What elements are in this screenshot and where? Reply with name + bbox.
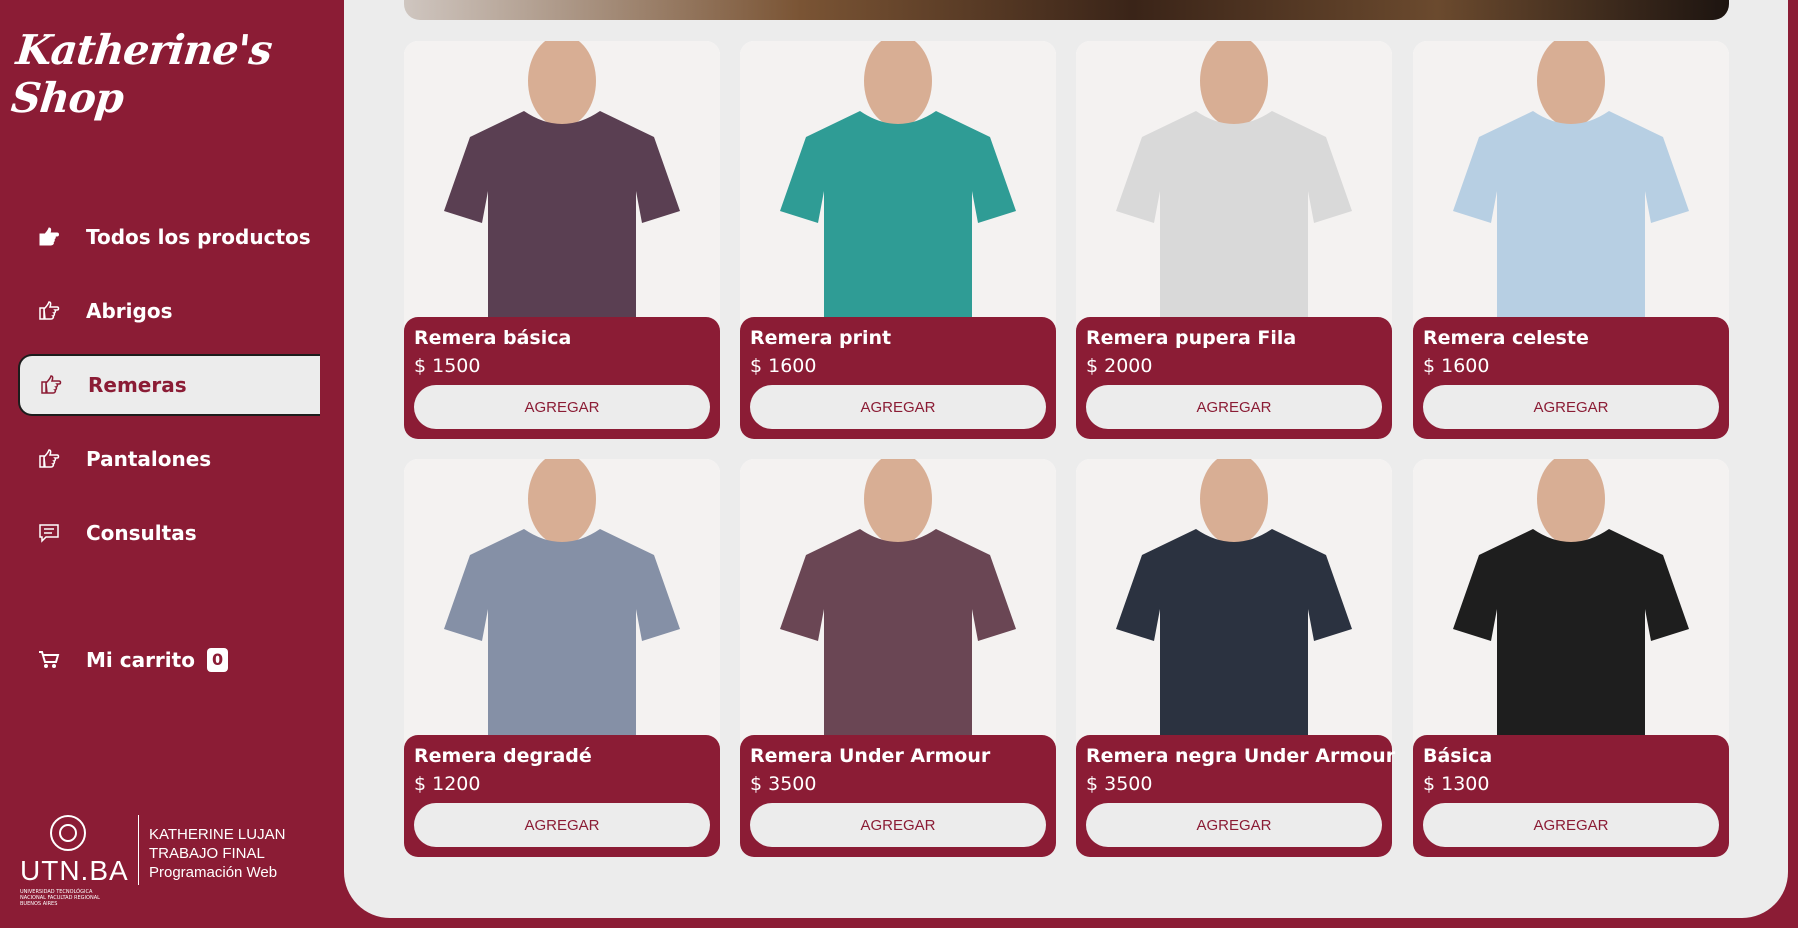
product-image[interactable]	[404, 459, 720, 749]
product-card: Remera negra Under Armour $ 3500 AGREGAR	[1076, 459, 1396, 857]
product-image[interactable]	[1413, 41, 1729, 331]
product-image[interactable]	[740, 41, 1056, 331]
product-name: Remera básica	[414, 327, 572, 349]
product-panel: Remera básica $ 1500 AGREGAR Remera print $ …	[320, 0, 1788, 918]
pointing-hand-icon	[36, 224, 62, 250]
product-info: Remera pupera Fila $ 2000 AGREGAR	[1076, 317, 1392, 439]
product-price: $ 1300	[1423, 773, 1490, 795]
add-to-cart-button[interactable]: AGREGAR	[750, 385, 1046, 429]
sidebar-item-label: Todos los productos	[86, 225, 311, 249]
product-price: $ 1600	[1423, 355, 1490, 377]
utn-emblem-icon	[50, 815, 86, 851]
utn-wordmark: UTN.BA	[20, 855, 129, 886]
footer-divider	[138, 815, 139, 885]
product-info: Remera negra Under Armour $ 3500 AGREGAR	[1076, 735, 1396, 857]
product-info: Remera degradé $ 1200 AGREGAR	[404, 735, 720, 857]
sidebar-item-label: Pantalones	[86, 447, 212, 471]
product-info: Remera print $ 1600 AGREGAR	[740, 317, 1056, 439]
sidebar-item-pantalones[interactable]: Pantalones	[18, 430, 344, 488]
sidebar-item-consultas[interactable]: Consultas	[18, 504, 344, 562]
product-info: Remera celeste $ 1600 AGREGAR	[1413, 317, 1729, 439]
add-to-cart-button[interactable]: AGREGAR	[1086, 803, 1382, 847]
pointing-hand-icon	[38, 372, 64, 398]
add-to-cart-button[interactable]: AGREGAR	[1086, 385, 1382, 429]
product-image[interactable]	[1076, 41, 1392, 331]
sidebar: Katherine's Shop Todos los productos Abr…	[0, 0, 344, 928]
sidebar-item-remeras[interactable]: Remeras	[18, 354, 344, 416]
cart-icon	[36, 647, 62, 673]
product-name: Básica	[1423, 745, 1493, 767]
add-to-cart-button[interactable]: AGREGAR	[1423, 803, 1719, 847]
sidebar-item-todos[interactable]: Todos los productos	[18, 208, 344, 266]
product-card: Remera pupera Fila $ 2000 AGREGAR	[1076, 41, 1392, 439]
add-to-cart-button[interactable]: AGREGAR	[414, 385, 710, 429]
product-name: Remera print	[750, 327, 892, 349]
product-card: Remera Under Armour $ 3500 AGREGAR	[740, 459, 1056, 857]
product-price: $ 1500	[414, 355, 481, 377]
product-price: $ 1200	[414, 773, 481, 795]
sidebar-item-label: Remeras	[88, 373, 187, 397]
pointing-hand-icon	[36, 446, 62, 472]
cart-count-badge: 0	[206, 648, 229, 672]
product-price: $ 3500	[750, 773, 817, 795]
product-name: Remera negra Under Armour	[1086, 745, 1396, 767]
footer-project: TRABAJO FINAL	[149, 845, 265, 862]
shop-logo[interactable]: Katherine's Shop	[9, 26, 349, 122]
product-card: Remera básica $ 1500 AGREGAR	[404, 41, 720, 439]
sidebar-item-label: Abrigos	[86, 299, 173, 323]
footer-info: KATHERINE LUJAN TRABAJO FINAL Programaci…	[149, 815, 285, 882]
product-price: $ 2000	[1086, 355, 1153, 377]
chat-icon	[36, 520, 62, 546]
utn-subtitle: UNIVERSIDAD TECNOLÓGICA NACIONAL FACULTA…	[20, 889, 100, 907]
product-info: Remera básica $ 1500 AGREGAR	[404, 317, 720, 439]
sidebar-item-abrigos[interactable]: Abrigos	[18, 282, 344, 340]
add-to-cart-button[interactable]: AGREGAR	[750, 803, 1046, 847]
banner-image	[404, 0, 1729, 20]
product-card: Básica $ 1300 AGREGAR	[1413, 459, 1729, 857]
product-name: Remera celeste	[1423, 327, 1589, 349]
product-image[interactable]	[1413, 459, 1729, 749]
footer-course: Programación Web	[149, 864, 278, 881]
product-card: Remera celeste $ 1600 AGREGAR	[1413, 41, 1729, 439]
product-image[interactable]	[1076, 459, 1392, 749]
pointing-hand-icon	[36, 298, 62, 324]
product-name: Remera degradé	[414, 745, 592, 767]
product-price: $ 3500	[1086, 773, 1153, 795]
product-image[interactable]	[404, 41, 720, 331]
product-card: Remera print $ 1600 AGREGAR	[740, 41, 1056, 439]
sidebar-item-label: Consultas	[86, 521, 197, 545]
product-name: Remera pupera Fila	[1086, 327, 1297, 349]
utn-logo: UTN.BA UNIVERSIDAD TECNOLÓGICA NACIONAL …	[20, 815, 128, 907]
sidebar-item-cart[interactable]: Mi carrito 0	[18, 631, 344, 689]
add-to-cart-button[interactable]: AGREGAR	[414, 803, 710, 847]
university-footer: UTN.BA UNIVERSIDAD TECNOLÓGICA NACIONAL …	[20, 815, 285, 907]
product-info: Básica $ 1300 AGREGAR	[1413, 735, 1729, 857]
footer-author: KATHERINE LUJAN	[149, 826, 286, 843]
product-info: Remera Under Armour $ 3500 AGREGAR	[740, 735, 1056, 857]
product-price: $ 1600	[750, 355, 817, 377]
cart-label: Mi carrito	[86, 648, 195, 672]
product-card: Remera degradé $ 1200 AGREGAR	[404, 459, 720, 857]
product-image[interactable]	[740, 459, 1056, 749]
add-to-cart-button[interactable]: AGREGAR	[1423, 385, 1719, 429]
product-name: Remera Under Armour	[750, 745, 991, 767]
